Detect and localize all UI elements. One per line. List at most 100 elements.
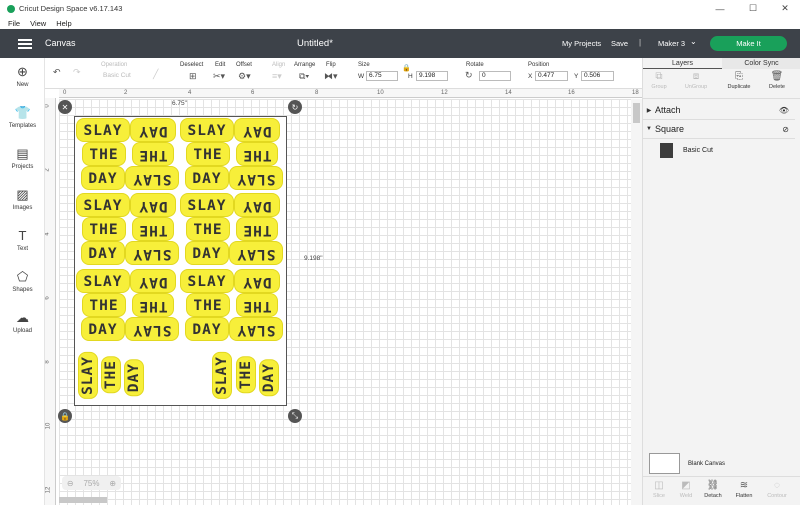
offset-icon[interactable]: ⚙▾: [238, 71, 251, 82]
sticker-r2-c1-2[interactable]: THE: [186, 293, 230, 317]
sidebar-item-upload[interactable]: ☁ Upload: [0, 310, 45, 334]
layer-basic-cut[interactable]: Basic Cut: [657, 140, 793, 160]
my-projects-link[interactable]: My Projects: [562, 39, 601, 48]
group-button[interactable]: ⧉ Group: [643, 71, 675, 90]
sticker-r1-c1-0[interactable]: SLAY: [180, 193, 234, 217]
deselect-icon[interactable]: ⊞: [189, 71, 197, 82]
sticker-r2-c1-4[interactable]: DAY: [185, 317, 229, 341]
lock-icon[interactable]: 🔒: [402, 64, 411, 72]
arrange-icon[interactable]: ⧉▾: [299, 71, 309, 82]
zoom-out-icon[interactable]: ⊖: [67, 479, 74, 488]
horizontal-scroll-thumb[interactable]: [59, 497, 107, 503]
blank-canvas-swatch[interactable]: [649, 453, 680, 474]
sticker-r1-c0-0[interactable]: SLAY: [76, 193, 130, 217]
rotate-handle-icon[interactable]: ↻: [288, 100, 302, 114]
scissors-icon[interactable]: ✂▾: [213, 71, 225, 82]
sticker-r0-c1-0[interactable]: SLAY: [180, 118, 234, 142]
sticker-r0-c0-0[interactable]: SLAY: [76, 118, 130, 142]
panel-scrollbar[interactable]: [795, 102, 800, 442]
sticker-r0-c0-5[interactable]: SLAY: [125, 166, 179, 190]
sticker-r0-c0-4[interactable]: DAY: [81, 166, 125, 190]
align-icon[interactable]: ≡▾: [272, 71, 282, 82]
sticker-r2-c0-5[interactable]: SLAY: [125, 317, 179, 341]
close-button[interactable]: ✕: [770, 0, 800, 17]
sidebar-item-shapes[interactable]: ⬠ Shapes: [0, 269, 45, 293]
lock-handle-icon[interactable]: 🔒: [58, 409, 72, 423]
layer-attach[interactable]: ▶ Attach 👁: [643, 101, 795, 120]
sticker-vertical-the-2[interactable]: THE: [236, 356, 256, 394]
sidebar-item-templates[interactable]: 👕 Templates: [0, 105, 45, 129]
vertical-scrollbar[interactable]: [631, 99, 642, 505]
menu-view[interactable]: View: [30, 19, 46, 28]
sticker-r1-c1-1[interactable]: DAY: [234, 193, 280, 217]
sticker-r1-c1-3[interactable]: THE: [236, 217, 278, 241]
vertical-scroll-thumb[interactable]: [633, 103, 640, 123]
width-input[interactable]: 6.75: [366, 71, 398, 81]
rotate-input[interactable]: 0: [479, 71, 511, 81]
minimize-button[interactable]: —: [705, 0, 735, 17]
sticker-r2-c0-0[interactable]: SLAY: [76, 269, 130, 293]
sticker-r2-c1-3[interactable]: THE: [236, 293, 278, 317]
sticker-r2-c0-3[interactable]: THE: [132, 293, 174, 317]
sticker-r1-c1-4[interactable]: DAY: [185, 241, 229, 265]
sticker-r2-c0-2[interactable]: THE: [82, 293, 126, 317]
sticker-r1-c0-4[interactable]: DAY: [81, 241, 125, 265]
undo-icon[interactable]: ↶: [53, 67, 61, 78]
zoom-in-icon[interactable]: ⊕: [109, 479, 116, 488]
sticker-r0-c0-1[interactable]: DAY: [130, 118, 176, 142]
sticker-vertical-the[interactable]: THE: [101, 356, 121, 394]
eye-icon[interactable]: 👁: [779, 106, 789, 115]
save-button[interactable]: Save: [611, 39, 628, 48]
sticker-r2-c1-5[interactable]: SLAY: [229, 317, 283, 341]
sticker-r1-c0-5[interactable]: SLAY: [125, 241, 179, 265]
flatten-button[interactable]: ≋ Flatten: [728, 480, 760, 499]
chevron-down-icon[interactable]: ⌄: [690, 37, 697, 46]
sticker-r1-c0-3[interactable]: THE: [132, 217, 174, 241]
resize-handle-icon[interactable]: ⤡: [288, 409, 302, 423]
make-it-button[interactable]: Make It: [710, 36, 787, 51]
sticker-r1-c0-1[interactable]: DAY: [130, 193, 176, 217]
sticker-r0-c1-1[interactable]: DAY: [234, 118, 280, 142]
delete-handle-icon[interactable]: ✕: [58, 100, 72, 114]
document-title[interactable]: Untitled*: [297, 38, 333, 49]
sticker-r1-c0-2[interactable]: THE: [82, 217, 126, 241]
sticker-vertical-slay[interactable]: SLAY: [78, 352, 98, 399]
collapse-arrow-icon[interactable]: ▼: [643, 126, 655, 132]
blank-canvas-row[interactable]: Blank Canvas: [649, 453, 725, 474]
sticker-vertical-day-2[interactable]: DAY: [259, 359, 279, 397]
detach-button[interactable]: ⛓ Detach: [697, 480, 729, 499]
sidebar-item-images[interactable]: ▨ Images: [0, 187, 45, 211]
flip-icon[interactable]: ⧓▾: [324, 71, 338, 82]
sticker-vertical-day[interactable]: DAY: [124, 359, 144, 397]
ungroup-button[interactable]: ⧈ UnGroup: [680, 71, 712, 90]
layer-square[interactable]: ▼ Square ⊘: [643, 120, 795, 139]
contour-button[interactable]: ◌ Contour: [761, 480, 793, 499]
sticker-r2-c1-1[interactable]: DAY: [234, 269, 280, 293]
eye-hidden-icon[interactable]: ⊘: [782, 125, 789, 134]
sticker-r0-c1-3[interactable]: THE: [236, 142, 278, 166]
menu-file[interactable]: File: [8, 19, 20, 28]
machine-select[interactable]: Maker 3: [658, 39, 685, 48]
sticker-vertical-slay-2[interactable]: SLAY: [212, 352, 232, 399]
sidebar-item-projects[interactable]: ▤ Projects: [0, 146, 45, 170]
sidebar-item-new[interactable]: ⊕ New: [0, 64, 45, 88]
redo-icon[interactable]: ↷: [73, 67, 81, 78]
duplicate-button[interactable]: ⎘ Duplicate: [723, 71, 755, 90]
sticker-r2-c0-4[interactable]: DAY: [81, 317, 125, 341]
y-input[interactable]: 0.506: [581, 71, 614, 81]
sticker-r0-c0-3[interactable]: THE: [132, 142, 174, 166]
tab-layers[interactable]: Layers: [643, 58, 722, 69]
tab-color-sync[interactable]: Color Sync: [722, 58, 800, 69]
sticker-r0-c1-5[interactable]: SLAY: [229, 166, 283, 190]
sticker-r1-c1-5[interactable]: SLAY: [229, 241, 283, 265]
operation-select[interactable]: Basic Cut: [103, 72, 131, 79]
sticker-r1-c1-2[interactable]: THE: [186, 217, 230, 241]
hamburger-menu-icon[interactable]: [18, 39, 32, 49]
maximize-button[interactable]: ☐: [738, 0, 768, 17]
delete-button[interactable]: 🗑 Delete: [761, 71, 793, 90]
x-input[interactable]: 0.477: [535, 71, 568, 81]
sticker-r2-c1-0[interactable]: SLAY: [180, 269, 234, 293]
expand-arrow-icon[interactable]: ▶: [643, 107, 655, 114]
sticker-r0-c0-2[interactable]: THE: [82, 142, 126, 166]
sticker-r0-c1-4[interactable]: DAY: [185, 166, 229, 190]
